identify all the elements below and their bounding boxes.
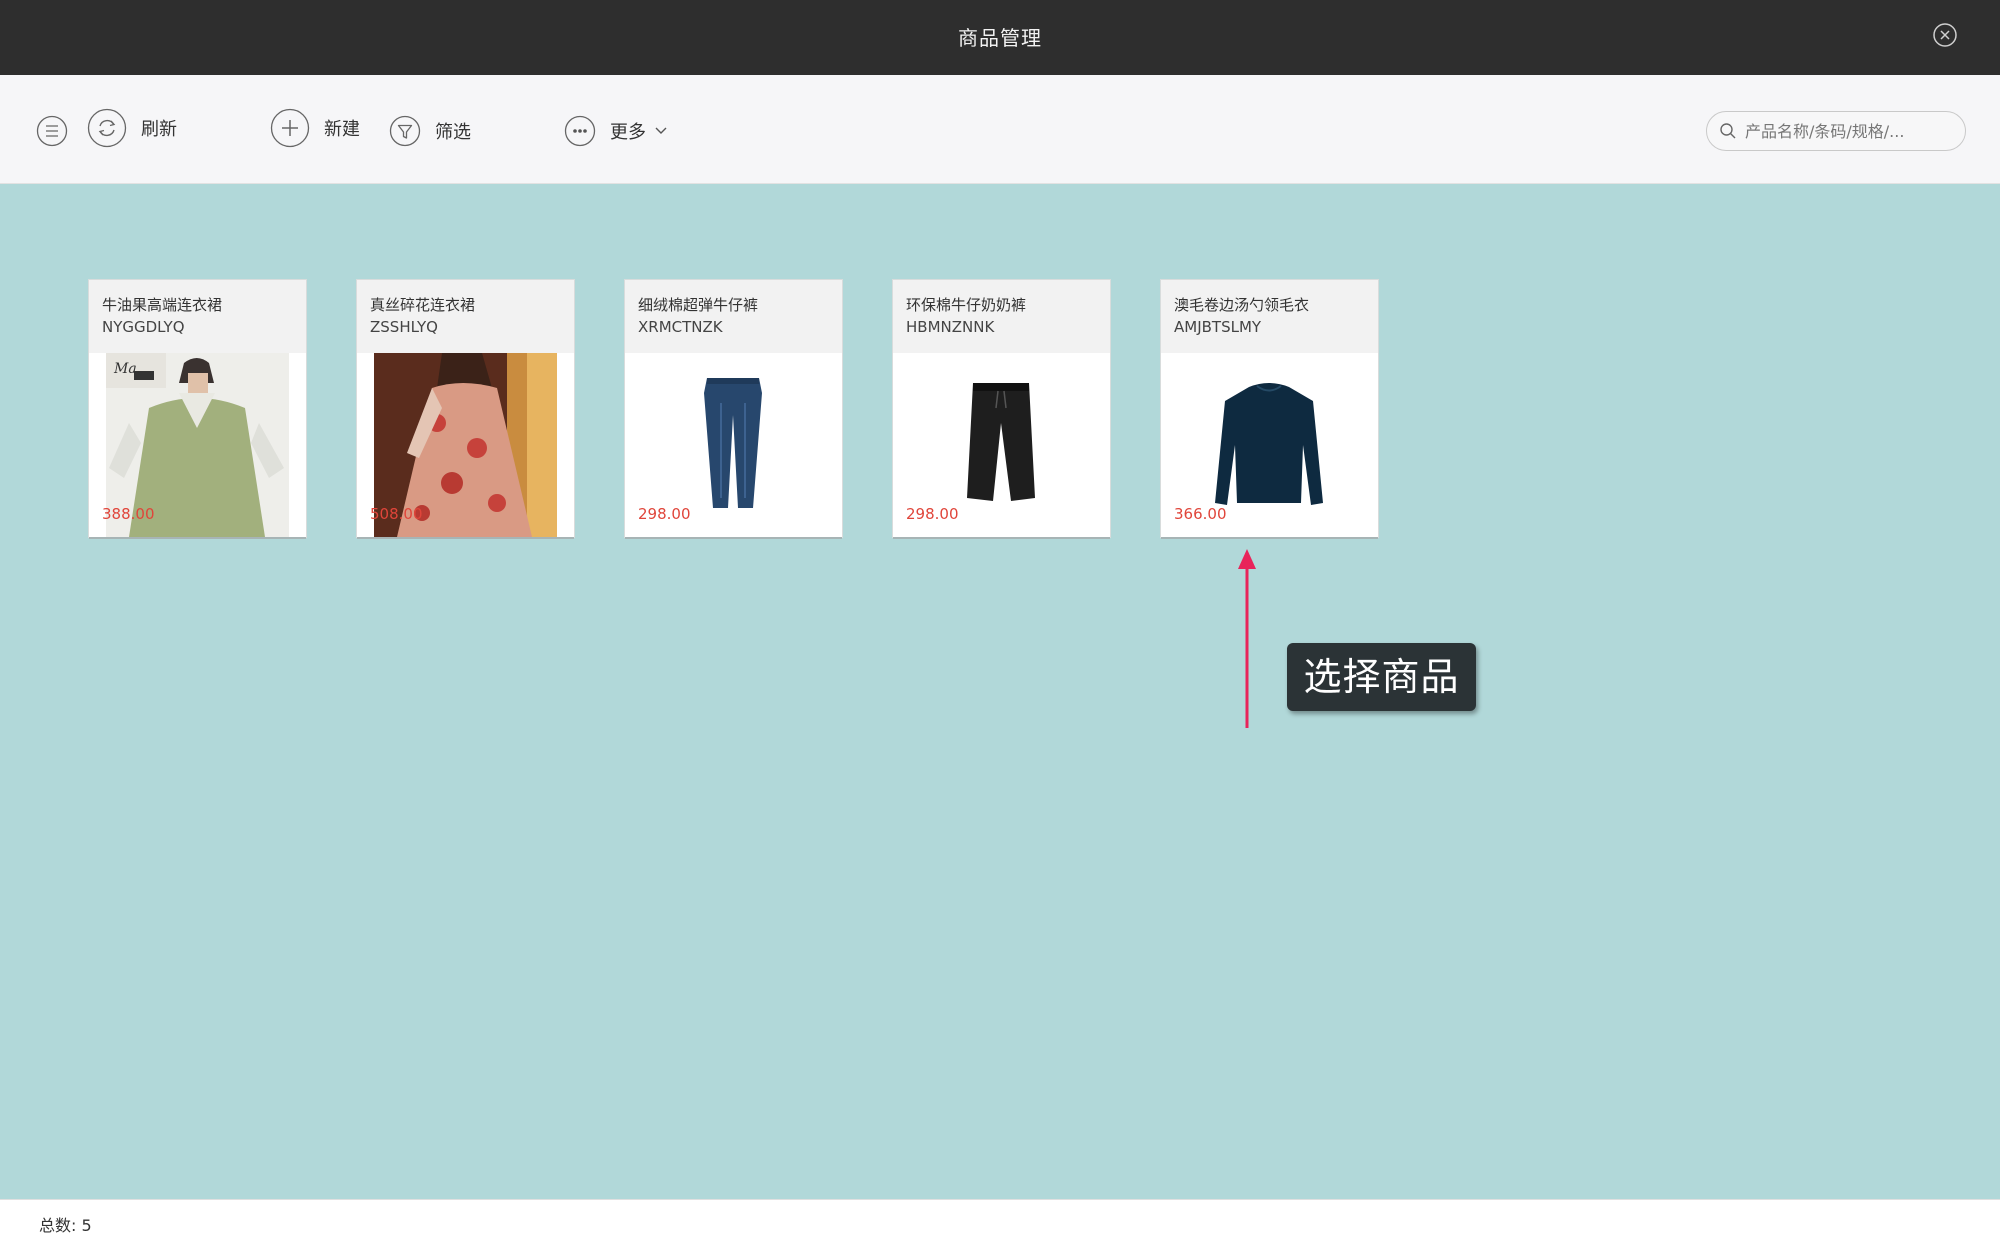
new-label: 新建 <box>324 119 360 140</box>
more-icon <box>564 115 596 147</box>
product-price: 366.00 <box>1174 505 1227 523</box>
product-card-header: 牛油果高端连衣裙 NYGGDLYQ <box>89 280 306 353</box>
product-card-header: 真丝碎花连衣裙 ZSSHLYQ <box>357 280 574 353</box>
product-price: 298.00 <box>906 505 959 523</box>
search-box[interactable] <box>1706 111 1966 151</box>
product-code: HBMNZNNK <box>906 318 995 336</box>
search-icon <box>1720 123 1736 139</box>
product-card[interactable]: 环保棉牛仔奶奶裤 HBMNZNNK 298.00 <box>893 280 1110 537</box>
product-name: 澳毛卷边汤勺领毛衣 <box>1174 296 1310 314</box>
total-count: 总数: 5 <box>39 1216 92 1235</box>
refresh-icon <box>87 108 127 148</box>
svg-text:Ma: Ma <box>113 361 137 377</box>
product-price: 508.00 <box>370 505 423 523</box>
product-card-header: 澳毛卷边汤勺领毛衣 AMJBTSLMY <box>1161 280 1378 353</box>
filter-button[interactable]: 筛选 <box>389 109 471 153</box>
product-price: 298.00 <box>638 505 691 523</box>
status-bar: 总数: 5 <box>0 1199 2000 1246</box>
product-card-header: 细绒棉超弹牛仔裤 XRMCTNZK <box>625 280 842 353</box>
product-card-header: 环保棉牛仔奶奶裤 HBMNZNNK <box>893 280 1110 353</box>
filter-label: 筛选 <box>435 122 471 143</box>
product-card[interactable]: 细绒棉超弹牛仔裤 XRMCTNZK 298.00 <box>625 280 842 537</box>
search-input[interactable] <box>1745 121 1945 141</box>
close-icon[interactable] <box>1932 22 1958 48</box>
product-grid: 牛油果高端连衣裙 NYGGDLYQ Ma 388.00 真丝碎花连衣裙 ZSSH… <box>89 280 1389 540</box>
chevron-down-icon <box>655 127 667 134</box>
menu-button[interactable] <box>36 109 68 153</box>
annotation-tooltip: 选择商品 <box>1287 643 1476 711</box>
product-code: NYGGDLYQ <box>102 318 185 336</box>
product-card[interactable]: 澳毛卷边汤勺领毛衣 AMJBTSLMY 366.00 <box>1161 280 1378 537</box>
product-code: AMJBTSLMY <box>1174 318 1262 336</box>
window-title: 商品管理 <box>958 26 1042 50</box>
refresh-label: 刷新 <box>141 119 177 140</box>
refresh-button[interactable]: 刷新 <box>87 106 177 150</box>
more-label: 更多 <box>610 122 646 143</box>
plus-icon <box>270 108 310 148</box>
title-bar: 商品管理 <box>0 0 2000 75</box>
product-code: ZSSHLYQ <box>370 318 438 336</box>
product-name: 牛油果高端连衣裙 <box>102 296 223 314</box>
product-code: XRMCTNZK <box>638 318 723 336</box>
product-name: 真丝碎花连衣裙 <box>370 296 476 314</box>
product-card[interactable]: 真丝碎花连衣裙 ZSSHLYQ 508.00 <box>357 280 574 537</box>
product-price: 388.00 <box>102 505 155 523</box>
product-card[interactable]: 牛油果高端连衣裙 NYGGDLYQ Ma 388.00 <box>89 280 306 537</box>
filter-icon <box>389 115 421 147</box>
menu-icon <box>36 115 68 147</box>
product-name: 细绒棉超弹牛仔裤 <box>638 296 759 314</box>
new-button[interactable]: 新建 <box>270 106 360 150</box>
product-name: 环保棉牛仔奶奶裤 <box>906 296 1027 314</box>
toolbar: 刷新 新建 筛选 更多 <box>0 75 2000 184</box>
annotation-arrow <box>1238 549 1256 728</box>
more-button[interactable]: 更多 <box>564 109 668 153</box>
